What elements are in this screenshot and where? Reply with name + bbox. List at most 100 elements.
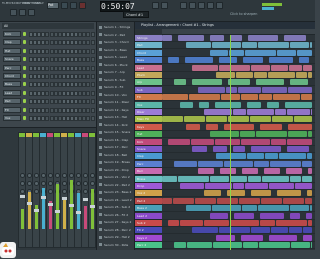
track-lane[interactable] [162, 79, 315, 87]
track-lane[interactable] [162, 205, 315, 213]
browser-item[interactable]: Serum 7 - Arp [99, 69, 134, 75]
pattern-clip[interactable] [273, 94, 300, 101]
save-icon[interactable] [19, 9, 26, 16]
channel-name[interactable]: Vox [3, 115, 21, 121]
browser-item[interactable]: Serum 18 - Bell [99, 152, 134, 158]
step-button[interactable] [90, 107, 95, 113]
pattern-clip[interactable] [269, 234, 297, 241]
stop-button[interactable] [70, 2, 77, 9]
track-lane[interactable] [162, 227, 315, 235]
channel-led[interactable] [23, 32, 26, 36]
track-lane[interactable] [162, 131, 315, 139]
pattern-clip[interactable] [192, 146, 207, 152]
channel-led[interactable] [23, 40, 26, 45]
pattern-clip[interactable] [302, 160, 312, 167]
track-label[interactable]: Bell [135, 168, 162, 176]
pattern-clip[interactable] [230, 220, 259, 226]
step-button[interactable] [90, 65, 95, 71]
pattern-clip[interactable] [311, 242, 312, 249]
pattern-clip[interactable] [297, 49, 312, 56]
channel-name[interactable]: Clap [3, 39, 21, 46]
step-button[interactable] [90, 82, 95, 88]
pattern-clip[interactable] [180, 101, 193, 108]
track-label[interactable]: Arp [135, 79, 162, 87]
track-label[interactable]: Hat [135, 131, 162, 139]
browser-item[interactable]: Serum 8 - Sub [99, 77, 134, 83]
step-button[interactable] [90, 57, 95, 63]
pattern-clip[interactable] [272, 116, 293, 123]
pattern-clip[interactable] [185, 57, 213, 64]
pattern-clip[interactable] [228, 116, 249, 123]
pattern-clip[interactable] [258, 205, 289, 212]
channel-name[interactable]: Bass [3, 81, 21, 88]
track-lane[interactable] [162, 234, 315, 242]
pattern-clip[interactable] [296, 72, 307, 78]
pattern-clip[interactable] [243, 57, 263, 64]
pattern-clip[interactable] [254, 160, 269, 167]
pattern-clip[interactable] [245, 49, 276, 56]
pattern-clip[interactable] [285, 101, 312, 108]
pattern-clip[interactable] [259, 242, 290, 249]
pattern-clip[interactable] [277, 49, 296, 56]
pattern-clip[interactable] [243, 242, 258, 249]
track-label[interactable]: Kick [135, 138, 162, 146]
browser-item[interactable]: Serum 10 - Vox [99, 92, 134, 98]
pattern-clip[interactable] [258, 42, 289, 49]
pattern-clip[interactable] [303, 64, 312, 71]
track-lane[interactable] [162, 175, 315, 183]
track-label[interactable]: Keys [135, 123, 162, 131]
browser-item[interactable]: Serum 17 - Perc [99, 144, 134, 150]
track-label[interactable]: Lead [135, 64, 162, 72]
pattern-clip[interactable] [236, 72, 253, 78]
pattern-clip[interactable] [180, 220, 203, 226]
track-lane[interactable] [162, 183, 315, 190]
play-button[interactable] [61, 2, 68, 9]
channel-led[interactable] [23, 74, 26, 78]
track-lane[interactable] [162, 49, 315, 57]
step-button[interactable] [90, 32, 95, 37]
menu-help[interactable]: HELP [37, 2, 44, 5]
pattern-clip[interactable] [310, 42, 312, 49]
pattern-clip[interactable] [269, 183, 294, 189]
browser-item[interactable]: Serum 5 - Lead [99, 54, 134, 60]
channel-led[interactable] [23, 99, 26, 104]
track-lane[interactable] [162, 138, 315, 146]
pattern-clip[interactable] [247, 109, 274, 115]
track-label[interactable]: Vox [135, 101, 162, 109]
pattern-clip[interactable] [242, 42, 257, 49]
browser-item[interactable]: Serum 9 - FX [99, 84, 134, 90]
pattern-clip[interactable] [269, 57, 293, 64]
browser-item[interactable]: Serum 12 - Keys [99, 107, 134, 113]
pattern-clip[interactable] [286, 168, 302, 175]
track-lane[interactable] [162, 57, 315, 65]
playhead[interactable] [230, 35, 231, 250]
playlist-icon[interactable] [180, 2, 187, 9]
pattern-clip[interactable] [228, 79, 250, 86]
pattern-clip[interactable] [290, 79, 308, 86]
pattern-clip[interactable] [224, 123, 254, 130]
pattern-clip[interactable] [234, 212, 254, 219]
track-label[interactable]: Sub [135, 86, 162, 94]
track-label[interactable]: Chord [135, 49, 162, 57]
browser-item[interactable]: Serum 1 - Strings [99, 24, 134, 30]
pattern-clip[interactable] [241, 234, 263, 241]
metronome-icon[interactable] [152, 2, 159, 9]
pattern-selector[interactable]: Chord #1 [123, 11, 149, 18]
pattern-clip[interactable] [204, 109, 232, 115]
pattern-clip[interactable] [239, 197, 260, 204]
pattern-clip[interactable] [305, 197, 312, 204]
pattern-clip[interactable] [233, 146, 245, 152]
pattern-clip[interactable] [251, 146, 281, 152]
browser-item[interactable]: Serum 21 - Vox 2 [99, 174, 134, 180]
pattern-clip[interactable] [276, 220, 307, 226]
pattern-clip[interactable] [213, 146, 227, 152]
pattern-clip[interactable] [288, 86, 312, 93]
browser-item[interactable]: Serum 25 - Sub 2 [99, 204, 134, 210]
browser-item[interactable]: Serum 27 - Keys 2 [99, 219, 134, 225]
track-label[interactable]: FX [135, 94, 162, 102]
mixer-icon[interactable] [207, 2, 214, 9]
browser-item[interactable]: Serum 2 - Pad [99, 32, 134, 38]
pattern-clip[interactable] [260, 220, 275, 226]
pattern-clip[interactable] [250, 116, 271, 123]
rack-filter-label[interactable]: All [4, 24, 8, 28]
